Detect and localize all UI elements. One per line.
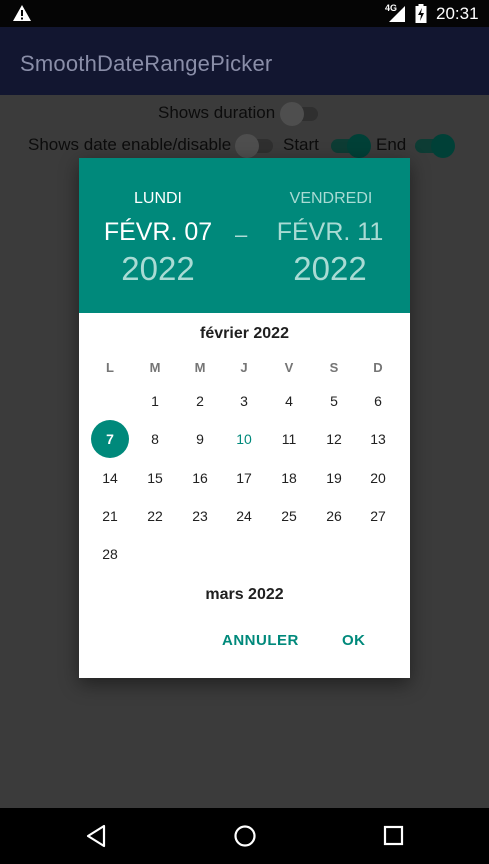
app-bar: SmoothDateRangePicker — [0, 27, 489, 95]
end-year[interactable]: 2022 — [265, 250, 395, 288]
status-clock: 20:31 — [436, 4, 479, 23]
calendar-day[interactable]: 11 — [270, 420, 308, 458]
dialog-header: LUNDI FÉVR. 07 2022 – VENDREDI FÉVR. 11 … — [79, 158, 410, 313]
calendar-day[interactable]: 16 — [181, 459, 219, 497]
weekday-label: D — [373, 360, 383, 375]
switch-thumb — [280, 102, 304, 126]
switch-thumb — [347, 134, 371, 158]
calendar-day[interactable]: 4 — [270, 382, 308, 420]
calendar-day[interactable]: 15 — [136, 459, 174, 497]
weekday-label: S — [329, 360, 339, 375]
app-title: SmoothDateRangePicker — [20, 51, 273, 76]
calendar-day[interactable]: 14 — [91, 459, 129, 497]
shows-date-enable-label: Shows date enable/disable — [28, 135, 232, 154]
end-date[interactable]: FÉVR. 11 — [265, 218, 395, 247]
network-type: 4G — [385, 3, 398, 13]
calendar-day[interactable]: 20 — [359, 459, 397, 497]
calendar-day[interactable]: 1 — [136, 382, 174, 420]
calendar-day[interactable]: 22 — [136, 497, 174, 535]
calendar-day[interactable]: 17 — [225, 459, 263, 497]
home-icon[interactable] — [233, 824, 257, 853]
calendar-day[interactable]: 23 — [181, 497, 219, 535]
calendar-day[interactable]: 26 — [315, 497, 353, 535]
end-label: End — [376, 135, 407, 154]
shows-duration-label: Shows duration — [158, 103, 276, 122]
cancel-button[interactable]: ANNULER — [222, 632, 299, 649]
calendar-day[interactable]: 28 — [91, 535, 129, 573]
ok-button[interactable]: OK — [342, 632, 366, 649]
start-weekday[interactable]: LUNDI — [98, 190, 218, 208]
calendar-day[interactable]: 18 — [270, 459, 308, 497]
weekday-label: M — [149, 360, 161, 375]
end-weekday[interactable]: VENDREDI — [271, 190, 391, 208]
weekday-label: L — [106, 360, 114, 375]
switch-thumb — [431, 134, 455, 158]
back-icon[interactable] — [85, 824, 107, 853]
calendar-day[interactable]: 24 — [225, 497, 263, 535]
month-title: février 2022 — [200, 325, 289, 342]
calendar-day[interactable]: 9 — [181, 420, 219, 458]
calendar-day[interactable]: 19 — [315, 459, 353, 497]
weekday-label: M — [194, 360, 206, 375]
navigation-bar — [0, 808, 489, 864]
range-separator: – — [235, 222, 248, 247]
calendar-day[interactable]: 10 — [225, 420, 263, 458]
warning-icon — [12, 4, 32, 27]
calendar-day[interactable]: 12 — [315, 420, 353, 458]
start-label: Start — [283, 135, 319, 154]
recents-icon[interactable] — [383, 824, 405, 853]
calendar-day[interactable]: 5 — [315, 382, 353, 420]
calendar-day[interactable]: 13 — [359, 420, 397, 458]
battery-icon — [415, 4, 427, 28]
status-bar: 4G 20:31 — [0, 0, 489, 27]
calendar-day[interactable]: 25 — [270, 497, 308, 535]
calendar-day[interactable]: 2 — [181, 382, 219, 420]
calendar-day[interactable]: 21 — [91, 497, 129, 535]
next-month-title: mars 2022 — [205, 586, 284, 603]
calendar-day[interactable]: 6 — [359, 382, 397, 420]
start-year[interactable]: 2022 — [93, 250, 223, 288]
start-date[interactable]: FÉVR. 07 — [93, 218, 223, 247]
weekday-label: J — [240, 360, 248, 375]
calendar-day[interactable]: 3 — [225, 382, 263, 420]
switch-thumb — [235, 134, 259, 158]
calendar-day[interactable]: 7 — [91, 420, 129, 458]
calendar-day[interactable]: 27 — [359, 497, 397, 535]
date-range-picker-dialog: LUNDI FÉVR. 07 2022 – VENDREDI FÉVR. 11 … — [79, 158, 410, 678]
weekday-label: V — [284, 360, 294, 375]
calendar-day[interactable]: 8 — [136, 420, 174, 458]
